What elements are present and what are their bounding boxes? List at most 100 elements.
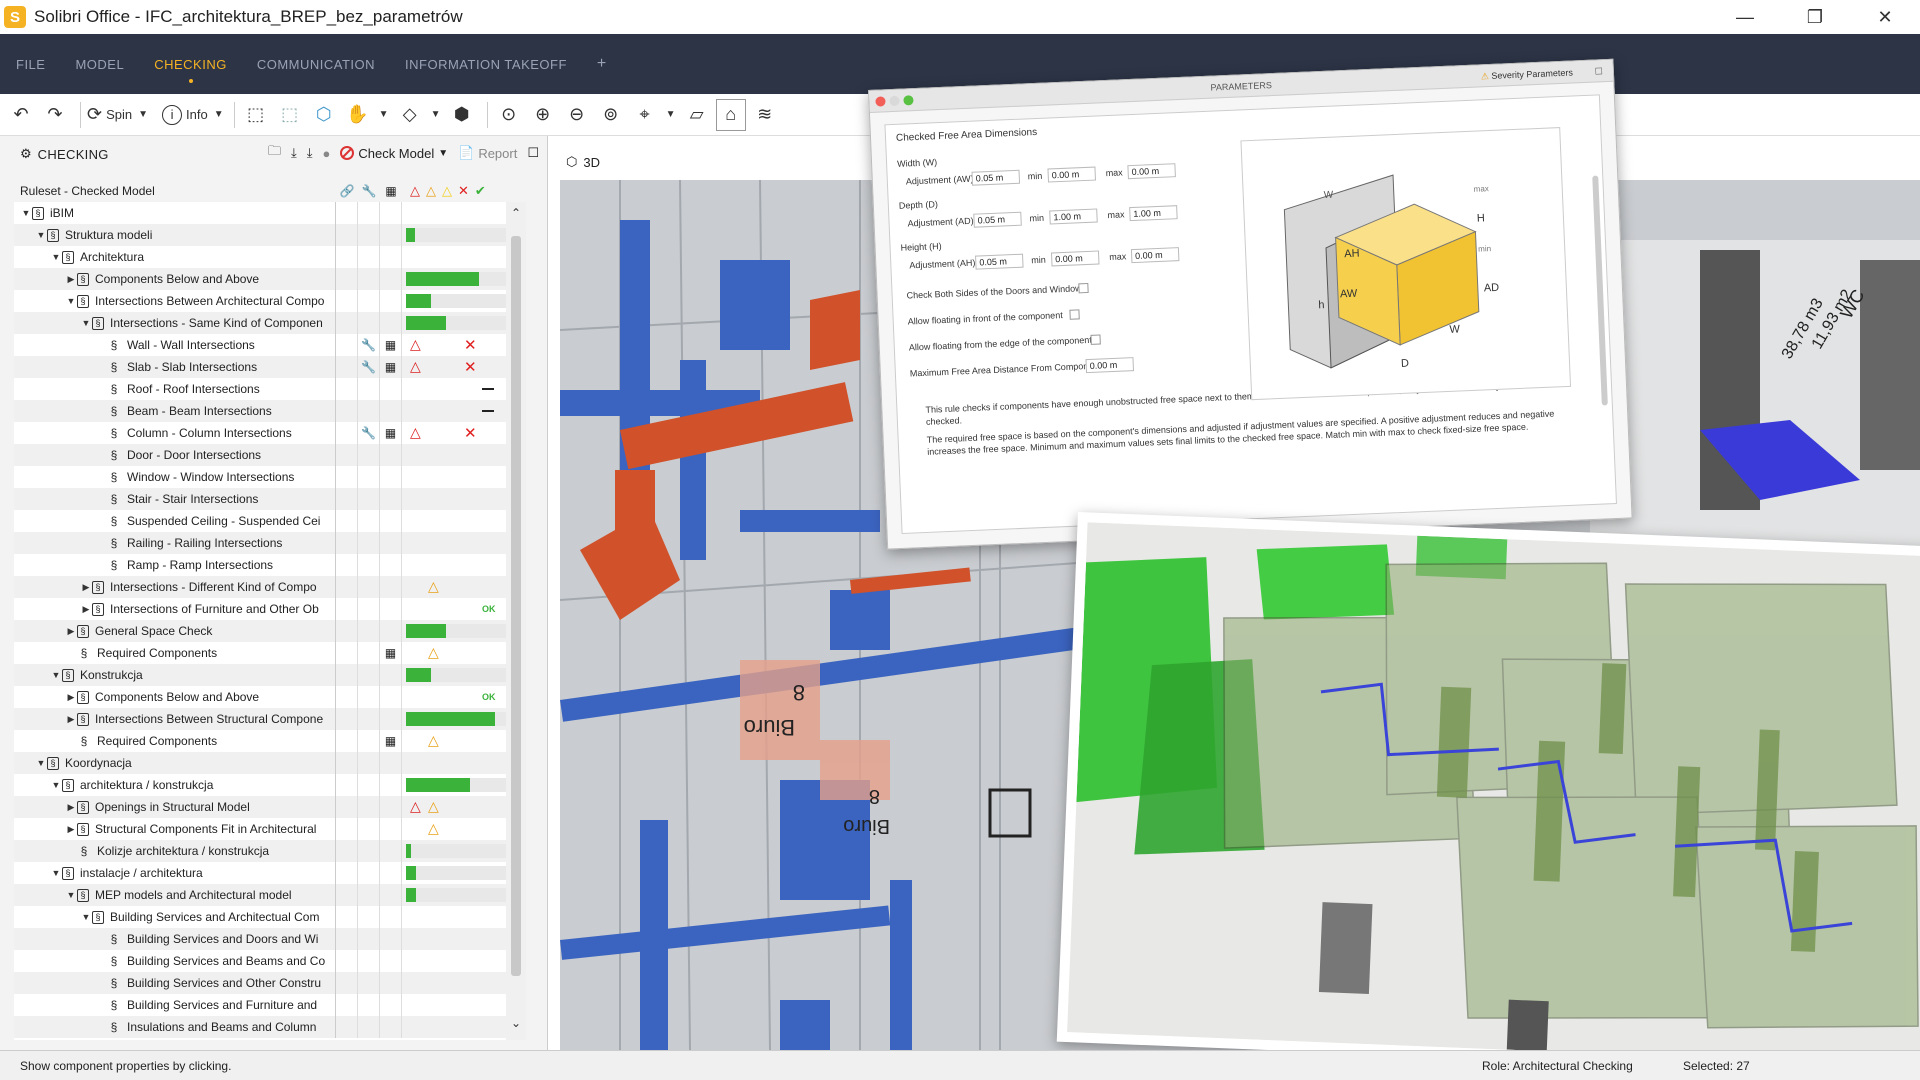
tree-row[interactable]: § Insulations and Beams and Column xyxy=(14,1016,526,1038)
expand-icon[interactable]: ▶ xyxy=(65,274,77,285)
close-button[interactable]: ✕ xyxy=(1850,0,1920,34)
collapse-icon[interactable]: ▼ xyxy=(65,296,77,306)
expand-icon[interactable]: ▶ xyxy=(80,582,92,593)
show-components-icon[interactable]: ⬚ xyxy=(241,99,271,131)
zoom-selected-icon[interactable]: ⊚ xyxy=(596,99,626,131)
section-plane-icon[interactable]: ▱ xyxy=(682,99,712,131)
chevron-down-icon[interactable]: ▼ xyxy=(429,99,443,131)
width-min-input[interactable]: 0.00 m xyxy=(1047,166,1096,183)
tree-row[interactable]: ▼ § iBIM xyxy=(14,202,526,224)
collapse-icon[interactable]: ▼ xyxy=(35,758,47,768)
floating-front-checkbox[interactable] xyxy=(1069,309,1080,320)
download-all-icon[interactable]: ⤓ xyxy=(307,145,313,161)
minimize-button[interactable]: — xyxy=(1710,0,1780,34)
maximize-window-icon[interactable]: ☐ xyxy=(1594,60,1603,82)
layers-icon[interactable]: ≋ xyxy=(750,99,780,131)
measure-icon[interactable]: ⌖ xyxy=(630,99,660,131)
tree-row[interactable]: § Wall - Wall Intersections 🔧 ▦ △ ✕ xyxy=(14,334,526,356)
tree-row[interactable]: ▼ § MEP models and Architectural model xyxy=(14,884,526,906)
tree-row[interactable]: § Roof - Roof Intersections xyxy=(14,378,526,400)
tree-row[interactable]: § Required Components ▦ △ xyxy=(14,730,526,752)
collapse-icon[interactable]: ▼ xyxy=(80,912,92,922)
tree-row[interactable]: ▶ § Intersections Between Structural Compo… xyxy=(14,708,526,730)
spin-button[interactable]: ⟳ Spin ▼ xyxy=(87,99,148,131)
floating-edge-checkbox[interactable] xyxy=(1090,334,1101,345)
tree-row[interactable]: § Building Services and Furniture and xyxy=(14,994,526,1016)
tree-row[interactable]: ▶ § General Space Check xyxy=(14,620,526,642)
depth-max-input[interactable]: 1.00 m xyxy=(1129,205,1178,222)
tree-row[interactable]: ▼ § instalacje / architektura xyxy=(14,862,526,884)
menu-file[interactable]: FILE xyxy=(16,57,45,72)
tree-row[interactable]: § Slab - Slab Intersections 🔧 ▦ △ ✕ xyxy=(14,356,526,378)
zoom-in-icon[interactable]: ⊕ xyxy=(528,99,558,131)
collapse-icon[interactable]: ▼ xyxy=(35,230,47,240)
check-model-button[interactable]: Check Model ▼ xyxy=(340,146,448,161)
parameters-window[interactable]: PARAMETERS ⚠ Severity Parameters ☐ Check… xyxy=(868,58,1633,550)
tree-row[interactable]: ▶ § Intersections of Furniture and Other O… xyxy=(14,598,526,620)
tree-row[interactable]: § Suspended Ceiling - Suspended Cei xyxy=(14,510,526,532)
height-adjustment-input[interactable]: 0.05 m xyxy=(975,253,1024,270)
maximize-panel-icon[interactable]: ☐ xyxy=(527,145,539,161)
slab-icon[interactable]: ◇ xyxy=(395,99,425,131)
row-table-icon[interactable]: ▦ xyxy=(380,422,402,444)
row-wrench-icon[interactable]: 🔧 xyxy=(358,356,380,378)
isolate-icon[interactable]: ⬡ xyxy=(309,99,339,131)
report-button[interactable]: 📄 Report xyxy=(458,145,517,161)
tree-row[interactable]: ▼ § Struktura modeli xyxy=(14,224,526,246)
scroll-up-icon[interactable]: ⌃ xyxy=(506,206,526,226)
tree-row[interactable]: § Column - Column Intersections 🔧 ▦ △ ✕ xyxy=(14,422,526,444)
zoom-out-icon[interactable]: ⊖ xyxy=(562,99,592,131)
max-distance-input[interactable]: 0.00 m xyxy=(1085,357,1135,374)
menu-checking[interactable]: CHECKING xyxy=(154,57,227,83)
tree-row[interactable]: § Railing - Railing Intersections xyxy=(14,532,526,554)
undo-icon[interactable]: ↶ xyxy=(6,99,36,131)
menu-model[interactable]: MODEL xyxy=(75,57,124,72)
collapse-icon[interactable]: ▼ xyxy=(80,318,92,328)
expand-icon[interactable]: ▶ xyxy=(65,824,77,835)
chevron-down-icon[interactable]: ▼ xyxy=(377,99,391,131)
expand-icon[interactable]: ▶ xyxy=(65,626,77,637)
width-max-input[interactable]: 0.00 m xyxy=(1127,163,1176,180)
height-max-input[interactable]: 0.00 m xyxy=(1130,247,1180,264)
tree-row[interactable]: § Building Services and Other Constru xyxy=(14,972,526,994)
window-close-dot[interactable] xyxy=(875,96,886,107)
tree-row[interactable]: § Building Services and Beams and Co xyxy=(14,950,526,972)
scroll-thumb[interactable] xyxy=(511,236,521,976)
tree-row[interactable]: ▶ § Components Below and Above OK xyxy=(14,686,526,708)
row-wrench-icon[interactable]: 🔧 xyxy=(358,422,380,444)
height-min-input[interactable]: 0.00 m xyxy=(1050,250,1100,267)
tree-row[interactable]: § Window - Window Intersections xyxy=(14,466,526,488)
severity-parameters-button[interactable]: ⚠ Severity Parameters xyxy=(1480,61,1573,87)
width-adjustment-input[interactable]: 0.05 m xyxy=(971,169,1021,186)
tree-row[interactable]: § Building Services and Doors and Wi xyxy=(14,928,526,950)
tree-row[interactable]: § Stair - Stair Intersections xyxy=(14,488,526,510)
collapse-icon[interactable]: ▼ xyxy=(20,208,32,218)
tree-row[interactable]: ▼ § Intersections Between Architectural Co… xyxy=(14,290,526,312)
tree-row[interactable]: § Kolizje architektura / konstrukcja xyxy=(14,840,526,862)
tree-row[interactable]: ▶ § Intersections - Different Kind of Comp… xyxy=(14,576,526,598)
collapse-icon[interactable]: ▼ xyxy=(50,868,62,878)
row-table-icon[interactable]: ▦ xyxy=(380,642,402,664)
transparency-icon[interactable]: ⬚ xyxy=(275,99,305,131)
menu-information-takeoff[interactable]: INFORMATION TAKEOFF xyxy=(405,57,567,72)
add-layout-button[interactable]: + xyxy=(597,55,607,73)
tree-row[interactable]: § Ramp - Ramp Intersections xyxy=(14,554,526,576)
box-view-icon[interactable]: ⬢ xyxy=(447,99,477,131)
menu-communication[interactable]: COMMUNICATION xyxy=(257,57,375,72)
tree-row[interactable]: ▼ § Koordynacja xyxy=(14,752,526,774)
row-table-icon[interactable]: ▦ xyxy=(380,730,402,752)
row-table-icon[interactable]: ▦ xyxy=(380,356,402,378)
expand-icon[interactable]: ▶ xyxy=(65,714,77,725)
expand-icon[interactable]: ▶ xyxy=(65,692,77,703)
expand-icon[interactable]: ▶ xyxy=(65,802,77,813)
info-button[interactable]: i Info ▼ xyxy=(162,99,224,131)
collapse-icon[interactable]: ▼ xyxy=(65,890,77,900)
tree-row[interactable]: § Door - Door Intersections xyxy=(14,444,526,466)
tree-scrollbar[interactable]: ⌃ ⌄ xyxy=(506,202,526,1040)
tree-row[interactable]: ▼ § Intersections - Same Kind of Componen xyxy=(14,312,526,334)
tree-row[interactable]: ▼ § architektura / konstrukcja xyxy=(14,774,526,796)
collapse-icon[interactable]: ▼ xyxy=(50,670,62,680)
tree-row[interactable]: § Beam - Beam Intersections xyxy=(14,400,526,422)
tree-row[interactable]: ▶ § Components Below and Above xyxy=(14,268,526,290)
tree-row[interactable]: § Required Components ▦ △ xyxy=(14,642,526,664)
